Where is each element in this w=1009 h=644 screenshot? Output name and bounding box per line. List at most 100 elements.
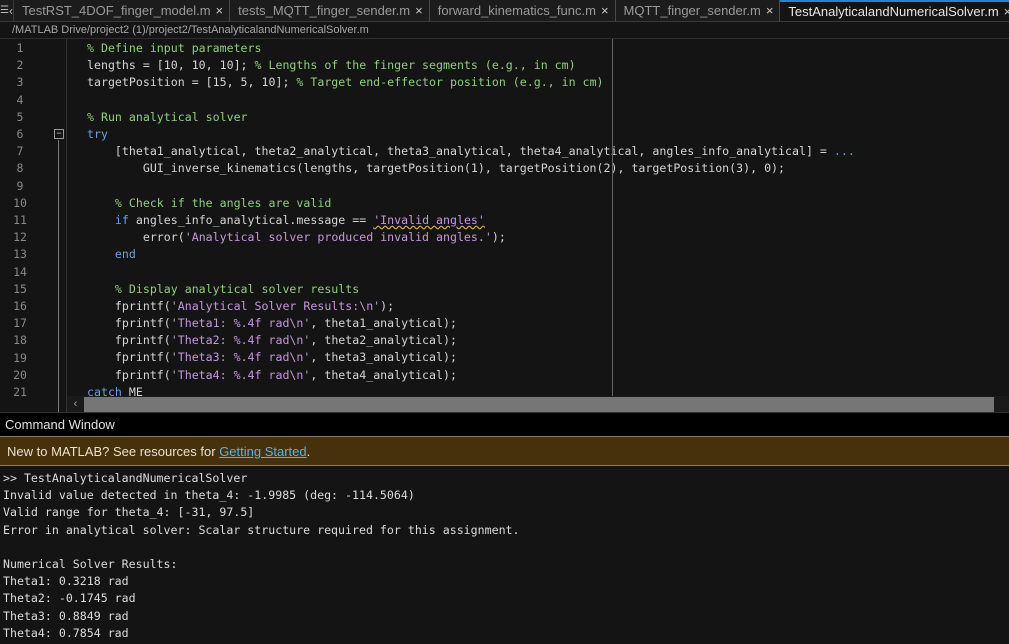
code-text-area[interactable]: % Define input parameters lengths = [10, … bbox=[87, 40, 855, 401]
code-folding-column: − bbox=[52, 39, 66, 412]
output-line: Theta2: -0.1745 rad bbox=[3, 591, 136, 606]
code-token: % Define input parameters bbox=[87, 41, 262, 55]
tab-label: tests_MQTT_finger_sender.m bbox=[238, 3, 411, 18]
line-number: 9 bbox=[16, 178, 24, 193]
output-line: Valid range for theta_4: [-31, 97.5] bbox=[3, 505, 255, 520]
command-window-title: Command Window bbox=[0, 412, 1009, 436]
code-token: 'Theta1: %.4f rad\n' bbox=[170, 316, 311, 330]
code-line: [theta1_analytical, theta2_analytical, t… bbox=[87, 143, 855, 160]
code-token: targetPosition = [15, 5, 10]; bbox=[87, 75, 297, 90]
line-number: 12 bbox=[13, 230, 27, 245]
line-number: 14 bbox=[13, 264, 27, 279]
tab-testanalyticalandnumericalsolver[interactable]: TestAnalyticalandNumericalSolver.m × bbox=[780, 0, 1009, 21]
close-tab-icon[interactable]: × bbox=[1004, 4, 1009, 19]
code-token: , theta3_analytical); bbox=[310, 350, 457, 365]
code-line: lengths = [10, 10, 10]; % Lengths of the… bbox=[87, 57, 855, 74]
tab-forward-kinematics-func[interactable]: forward_kinematics_func.m × bbox=[429, 0, 616, 21]
code-token: angles_info_analytical.message == bbox=[128, 212, 374, 227]
code-token: fprintf( bbox=[87, 316, 171, 330]
code-line: fprintf('Theta3: %.4f rad\n', theta3_ana… bbox=[87, 349, 855, 366]
tab-list: TestRST_4DOF_finger_model.m × tests_MQTT_f… bbox=[13, 0, 1009, 21]
tab-label: MQTT_finger_sender.m bbox=[623, 3, 761, 18]
line-number: 2 bbox=[16, 58, 24, 73]
code-token: 'Theta4: %.4f rad\n' bbox=[170, 367, 311, 382]
tab-list-menu-icon[interactable]: ☰ bbox=[0, 0, 9, 21]
line-number: 8 bbox=[16, 161, 24, 176]
getting-started-link[interactable]: Getting Started bbox=[219, 444, 306, 459]
code-token: 'Theta3: %.4f rad\n' bbox=[170, 350, 311, 365]
code-line: end bbox=[87, 246, 855, 263]
command-window-output[interactable]: >> TestAnalyticalandNumericalSolver Inval… bbox=[0, 466, 1009, 644]
line-number: 7 bbox=[16, 144, 24, 159]
code-line: error('Analytical solver produced invali… bbox=[87, 229, 855, 246]
scrollbar-thumb[interactable] bbox=[84, 397, 994, 412]
code-line: try bbox=[87, 126, 855, 143]
code-token: fprintf( bbox=[87, 367, 171, 382]
code-token: lengths = [10, 10, 10]; bbox=[87, 58, 255, 73]
fold-range-line bbox=[58, 140, 59, 412]
close-tab-icon[interactable]: × bbox=[216, 3, 224, 18]
tab-tests-mqtt-finger-sender[interactable]: tests_MQTT_finger_sender.m × bbox=[230, 0, 430, 21]
tab-mqtt-finger-sender[interactable]: MQTT_finger_sender.m × bbox=[615, 0, 781, 21]
code-token: fprintf( bbox=[87, 350, 171, 365]
line-number-gutter: 1 2 3 4 5 6 7 8 9 10 11 12 13 14 15 16 17 18 19 20 21 bbox=[0, 39, 60, 412]
tab-label: forward_kinematics_func.m bbox=[437, 3, 596, 18]
code-token: error( bbox=[87, 230, 185, 245]
code-line: % Run analytical solver bbox=[87, 109, 855, 126]
fold-collapse-icon[interactable]: − bbox=[54, 129, 64, 139]
scroll-left-arrow-icon[interactable]: ‹ bbox=[67, 396, 84, 412]
code-line: fprintf('Theta4: %.4f rad\n', theta4_ana… bbox=[87, 367, 855, 384]
banner-text: New to MATLAB? See resources for bbox=[7, 444, 220, 459]
horizontal-scrollbar[interactable]: ‹ bbox=[67, 396, 1009, 412]
code-token: , theta4_analytical); bbox=[310, 367, 457, 382]
close-tab-icon[interactable]: × bbox=[415, 3, 423, 18]
code-token: % Check if the angles are valid bbox=[87, 195, 332, 210]
code-token: 'Analytical Solver Results:\n' bbox=[170, 298, 381, 313]
code-editor[interactable]: 1 2 3 4 5 6 7 8 9 10 11 12 13 14 15 16 17 18 19 20 21 − % De… bbox=[0, 39, 1009, 412]
code-token: ); bbox=[491, 230, 506, 245]
code-token: GUI_inverse_kinematics(lengths, targetPo… bbox=[87, 161, 786, 176]
code-line: % Display analytical solver results bbox=[87, 281, 855, 298]
banner-suffix: . bbox=[306, 444, 311, 459]
code-line: % Define input parameters bbox=[87, 40, 855, 57]
code-token: 'Analytical solver produced invalid angl… bbox=[184, 230, 492, 245]
code-token: fprintf( bbox=[87, 333, 171, 348]
close-tab-icon[interactable]: × bbox=[766, 3, 774, 18]
output-line: Invalid value detected in theta_4: -1.99… bbox=[3, 488, 415, 503]
code-token: % Run analytical solver bbox=[87, 109, 248, 124]
line-number: 15 bbox=[13, 281, 27, 296]
code-token: if bbox=[114, 212, 129, 227]
code-token: ... bbox=[833, 144, 855, 159]
code-token: try bbox=[87, 126, 108, 141]
getting-started-banner: New to MATLAB? See resources for Getting… bbox=[0, 436, 1009, 466]
code-token: % Lengths of the finger segments (e.g., … bbox=[254, 58, 576, 73]
tab-label: TestRST_4DOF_finger_model.m bbox=[21, 3, 211, 18]
line-number: 10 bbox=[13, 195, 27, 210]
code-token: , theta1_analytical); bbox=[310, 316, 457, 330]
output-line: Theta4: 0.7854 rad bbox=[3, 625, 129, 640]
code-token: 'Invalid angles' bbox=[373, 212, 485, 227]
code-token: [theta1_analytical, theta2_analytical, t… bbox=[87, 144, 834, 159]
line-number: 4 bbox=[16, 92, 24, 107]
tab-testrst-4dof-finger-model[interactable]: TestRST_4DOF_finger_model.m × bbox=[13, 0, 231, 21]
line-number: 18 bbox=[13, 333, 27, 348]
line-number: 5 bbox=[16, 109, 24, 124]
line-number: 1 bbox=[16, 41, 24, 55]
code-line: targetPosition = [15, 5, 10]; % Target e… bbox=[87, 74, 855, 91]
code-token: end bbox=[114, 247, 136, 262]
code-token: , theta2_analytical); bbox=[310, 333, 457, 348]
line-number: 19 bbox=[13, 350, 27, 365]
close-tab-icon[interactable]: × bbox=[601, 3, 609, 18]
code-token: % Display analytical solver results bbox=[87, 281, 360, 296]
line-number: 20 bbox=[13, 367, 27, 382]
code-token: ); bbox=[380, 298, 395, 313]
code-line: % Check if the angles are valid bbox=[87, 195, 855, 212]
code-line: if angles_info_analytical.message == 'In… bbox=[87, 212, 855, 229]
output-line: Numerical Solver Results: bbox=[3, 556, 178, 571]
line-number: 21 bbox=[13, 385, 27, 399]
tab-label: TestAnalyticalandNumericalSolver.m bbox=[788, 4, 999, 19]
